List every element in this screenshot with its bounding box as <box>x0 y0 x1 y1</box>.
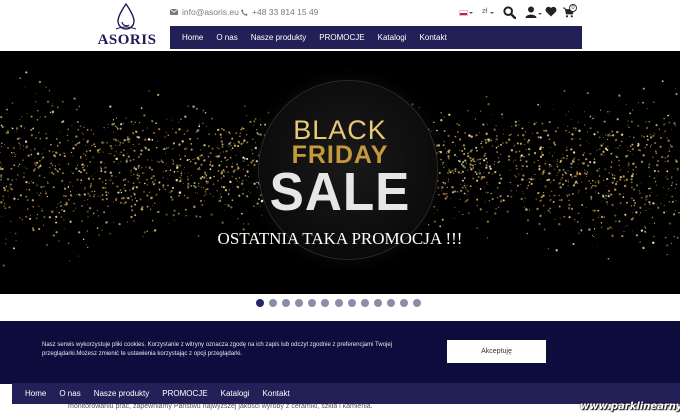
slider-dot[interactable] <box>347 299 356 307</box>
site-watermark: www.parklinearny.pl <box>580 401 680 412</box>
slider-dot[interactable] <box>321 299 330 307</box>
slider-dot[interactable] <box>334 299 343 307</box>
search-icon[interactable] <box>503 6 516 19</box>
asoris-logo[interactable]: ASORIS <box>96 3 158 49</box>
email-text: info@asoris.eu <box>182 7 239 17</box>
slider-dot[interactable] <box>386 299 395 307</box>
currency-selector[interactable]: zł <box>482 8 487 15</box>
cookie-banner: Nasz serwis wykorzystuje pliki cookies. … <box>0 321 680 384</box>
cookie-message: Nasz serwis wykorzystuje pliki cookies. … <box>42 342 393 357</box>
sticky-nav-home[interactable]: Home <box>25 389 46 398</box>
sticky-nav-about[interactable]: O nas <box>59 389 80 398</box>
slider-dot[interactable] <box>256 299 264 307</box>
sticky-nav-promotions[interactable]: PROMOCJE <box>162 389 207 398</box>
slider-dot[interactable] <box>413 299 422 307</box>
hero-line-sale: SALE <box>269 162 411 222</box>
accept-cookies-button[interactable]: Akceptuję <box>447 340 546 363</box>
nav-contact[interactable]: Kontakt <box>420 33 447 42</box>
slider-dot[interactable] <box>282 299 291 307</box>
nav-about[interactable]: O nas <box>216 33 237 42</box>
nav-products[interactable]: Nasze produkty <box>251 33 307 42</box>
slider-dot[interactable] <box>400 299 409 307</box>
hero-banner[interactable]: BLACK FRIDAY SALE OSTATNIA TAKA PROMOCJA… <box>0 51 680 294</box>
sticky-nav-catalogs[interactable]: Katalogi <box>221 389 250 398</box>
phone-text: +48 33 814 15 49 <box>252 7 319 17</box>
slider-dot[interactable] <box>308 299 317 307</box>
hero-caption: OSTATNIA TAKA PROMOCJA !!! <box>217 229 463 248</box>
user-icon[interactable] <box>525 6 537 18</box>
sticky-nav-products[interactable]: Nasze produkty <box>94 389 150 398</box>
contact-email[interactable]: info@asoris.eu <box>170 7 239 17</box>
contact-phone[interactable]: +48 33 814 15 49 <box>241 7 318 17</box>
water-drop-icon <box>115 3 137 30</box>
language-flag-pl[interactable] <box>459 10 468 16</box>
nav-catalogs[interactable]: Katalogi <box>378 33 407 42</box>
user-caret-icon <box>538 13 542 15</box>
slider-dot[interactable] <box>295 299 304 307</box>
language-caret-icon <box>469 12 473 14</box>
slider-dot[interactable] <box>373 299 382 307</box>
envelope-icon <box>170 9 178 15</box>
main-nav: Home O nas Nasze produkty PROMOCJE Katal… <box>170 26 582 49</box>
slider-dot[interactable] <box>269 299 278 307</box>
slider-pagination <box>256 299 422 307</box>
phone-icon <box>241 8 248 16</box>
nav-home[interactable]: Home <box>182 33 203 42</box>
sticky-nav-contact[interactable]: Kontakt <box>263 389 290 398</box>
heart-icon[interactable] <box>545 6 557 17</box>
page-intro-text: monitorowaniu prac, zapewniamy Państwu n… <box>68 403 373 410</box>
cart-count-badge: 0 <box>569 4 577 12</box>
currency-caret-icon <box>490 12 494 14</box>
site-header: ASORIS info@asoris.eu +48 33 814 15 49 z… <box>0 0 680 51</box>
logo-text: ASORIS <box>97 32 157 48</box>
slider-dot[interactable] <box>360 299 369 307</box>
nav-promotions[interactable]: PROMOCJE <box>319 33 364 42</box>
